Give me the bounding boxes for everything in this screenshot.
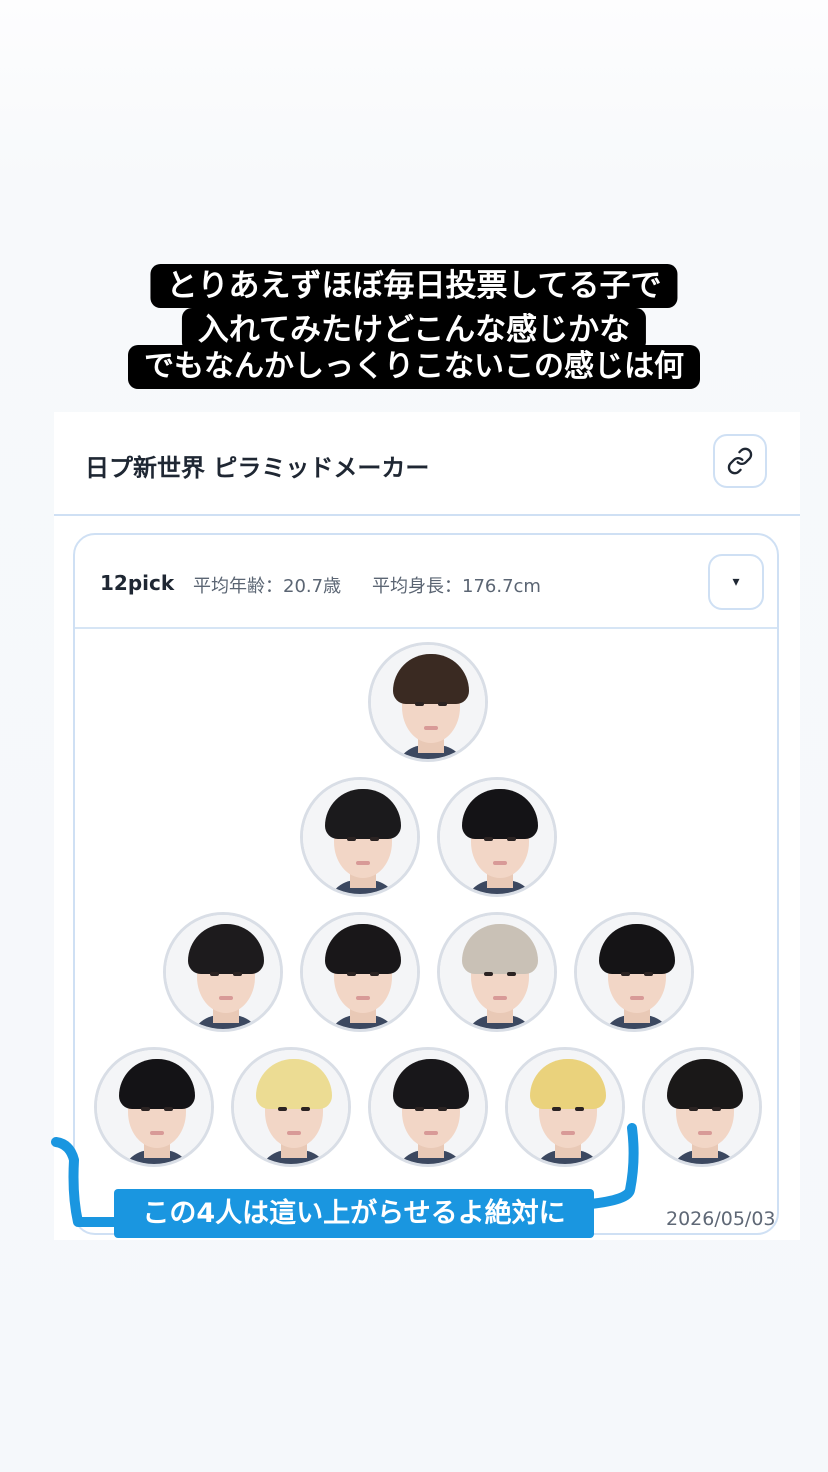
annotation-bracket [51, 1123, 639, 1227]
annotation-note: この4人は這い上がらせるよ絶対に [114, 1189, 594, 1238]
